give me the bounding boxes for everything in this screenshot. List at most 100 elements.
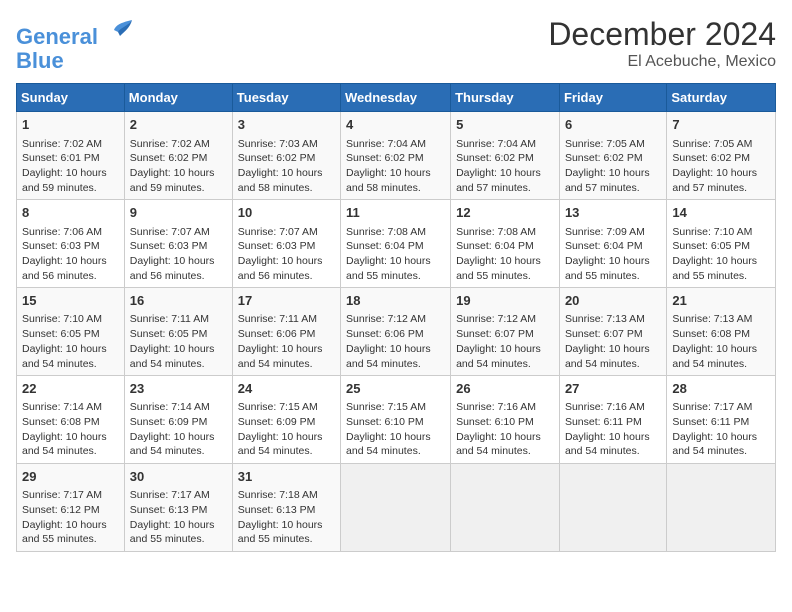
day-number: 11 xyxy=(346,204,445,222)
day-info: Sunrise: 7:16 AM Sunset: 6:11 PM Dayligh… xyxy=(565,400,661,459)
calendar-cell: 8 Sunrise: 7:06 AM Sunset: 6:03 PM Daylig… xyxy=(17,200,125,288)
day-info: Sunrise: 7:17 AM Sunset: 6:11 PM Dayligh… xyxy=(672,400,770,459)
calendar-cell: 27 Sunrise: 7:16 AM Sunset: 6:11 PM Dayli… xyxy=(559,376,666,464)
day-number: 6 xyxy=(565,116,661,134)
day-number: 7 xyxy=(672,116,770,134)
calendar-cell: 14 Sunrise: 7:10 AM Sunset: 6:05 PM Dayli… xyxy=(667,200,776,288)
header-sunday: Sunday xyxy=(17,84,125,112)
calendar-cell xyxy=(451,464,560,552)
calendar-table: SundayMondayTuesdayWednesdayThursdayFrid… xyxy=(16,83,776,552)
day-number: 29 xyxy=(22,468,119,486)
logo-bird-icon xyxy=(106,16,136,44)
calendar-cell: 20 Sunrise: 7:13 AM Sunset: 6:07 PM Dayli… xyxy=(559,288,666,376)
calendar-cell: 10 Sunrise: 7:07 AM Sunset: 6:03 PM Dayli… xyxy=(232,200,340,288)
day-info: Sunrise: 7:08 AM Sunset: 6:04 PM Dayligh… xyxy=(346,225,445,284)
calendar-cell: 9 Sunrise: 7:07 AM Sunset: 6:03 PM Daylig… xyxy=(124,200,232,288)
calendar-cell: 17 Sunrise: 7:11 AM Sunset: 6:06 PM Dayli… xyxy=(232,288,340,376)
day-info: Sunrise: 7:10 AM Sunset: 6:05 PM Dayligh… xyxy=(22,312,119,371)
day-number: 17 xyxy=(238,292,335,310)
day-info: Sunrise: 7:17 AM Sunset: 6:13 PM Dayligh… xyxy=(130,488,227,547)
day-info: Sunrise: 7:16 AM Sunset: 6:10 PM Dayligh… xyxy=(456,400,554,459)
day-info: Sunrise: 7:05 AM Sunset: 6:02 PM Dayligh… xyxy=(672,137,770,196)
title-block: December 2024 El Acebuche, Mexico xyxy=(548,16,776,71)
day-number: 15 xyxy=(22,292,119,310)
calendar-cell: 7 Sunrise: 7:05 AM Sunset: 6:02 PM Daylig… xyxy=(667,112,776,200)
day-info: Sunrise: 7:02 AM Sunset: 6:02 PM Dayligh… xyxy=(130,137,227,196)
day-info: Sunrise: 7:04 AM Sunset: 6:02 PM Dayligh… xyxy=(456,137,554,196)
day-number: 30 xyxy=(130,468,227,486)
day-info: Sunrise: 7:11 AM Sunset: 6:06 PM Dayligh… xyxy=(238,312,335,371)
logo: General Blue xyxy=(16,16,136,73)
day-number: 3 xyxy=(238,116,335,134)
calendar-cell: 4 Sunrise: 7:04 AM Sunset: 6:02 PM Daylig… xyxy=(341,112,451,200)
calendar-week-3: 15 Sunrise: 7:10 AM Sunset: 6:05 PM Dayli… xyxy=(17,288,776,376)
day-info: Sunrise: 7:15 AM Sunset: 6:10 PM Dayligh… xyxy=(346,400,445,459)
day-info: Sunrise: 7:05 AM Sunset: 6:02 PM Dayligh… xyxy=(565,137,661,196)
header-saturday: Saturday xyxy=(667,84,776,112)
calendar-cell: 25 Sunrise: 7:15 AM Sunset: 6:10 PM Dayli… xyxy=(341,376,451,464)
calendar-cell: 15 Sunrise: 7:10 AM Sunset: 6:05 PM Dayli… xyxy=(17,288,125,376)
day-info: Sunrise: 7:03 AM Sunset: 6:02 PM Dayligh… xyxy=(238,137,335,196)
header-friday: Friday xyxy=(559,84,666,112)
logo-text: General xyxy=(16,16,136,49)
day-info: Sunrise: 7:04 AM Sunset: 6:02 PM Dayligh… xyxy=(346,137,445,196)
day-number: 25 xyxy=(346,380,445,398)
calendar-cell: 5Sunrise: 7:04 AM Sunset: 6:02 PM Daylig… xyxy=(451,112,560,200)
day-info: Sunrise: 7:14 AM Sunset: 6:09 PM Dayligh… xyxy=(130,400,227,459)
day-number: 31 xyxy=(238,468,335,486)
calendar-cell: 16Sunrise: 7:11 AM Sunset: 6:05 PM Dayli… xyxy=(124,288,232,376)
calendar-cell: 28 Sunrise: 7:17 AM Sunset: 6:11 PM Dayli… xyxy=(667,376,776,464)
day-info: Sunrise: 7:07 AM Sunset: 6:03 PM Dayligh… xyxy=(130,225,227,284)
day-number: 12 xyxy=(456,204,554,222)
day-info: Sunrise: 7:14 AM Sunset: 6:08 PM Dayligh… xyxy=(22,400,119,459)
day-number: 22 xyxy=(22,380,119,398)
day-info: Sunrise: 7:12 AM Sunset: 6:06 PM Dayligh… xyxy=(346,312,445,371)
day-info: Sunrise: 7:15 AM Sunset: 6:09 PM Dayligh… xyxy=(238,400,335,459)
day-number: 19 xyxy=(456,292,554,310)
calendar-header-row: SundayMondayTuesdayWednesdayThursdayFrid… xyxy=(17,84,776,112)
day-number: 9 xyxy=(130,204,227,222)
day-info: Sunrise: 7:18 AM Sunset: 6:13 PM Dayligh… xyxy=(238,488,335,547)
calendar-cell: 22 Sunrise: 7:14 AM Sunset: 6:08 PM Dayli… xyxy=(17,376,125,464)
calendar-week-1: 1Sunrise: 7:02 AM Sunset: 6:01 PM Daylig… xyxy=(17,112,776,200)
day-number: 14 xyxy=(672,204,770,222)
calendar-cell xyxy=(667,464,776,552)
day-number: 20 xyxy=(565,292,661,310)
day-info: Sunrise: 7:10 AM Sunset: 6:05 PM Dayligh… xyxy=(672,225,770,284)
day-info: Sunrise: 7:07 AM Sunset: 6:03 PM Dayligh… xyxy=(238,225,335,284)
calendar-cell: 26Sunrise: 7:16 AM Sunset: 6:10 PM Dayli… xyxy=(451,376,560,464)
day-number: 28 xyxy=(672,380,770,398)
day-number: 4 xyxy=(346,116,445,134)
day-number: 8 xyxy=(22,204,119,222)
day-number: 27 xyxy=(565,380,661,398)
calendar-week-5: 29 Sunrise: 7:17 AM Sunset: 6:12 PM Dayli… xyxy=(17,464,776,552)
day-info: Sunrise: 7:06 AM Sunset: 6:03 PM Dayligh… xyxy=(22,225,119,284)
month-title: December 2024 xyxy=(548,16,776,53)
day-number: 13 xyxy=(565,204,661,222)
calendar-week-4: 22 Sunrise: 7:14 AM Sunset: 6:08 PM Dayli… xyxy=(17,376,776,464)
day-info: Sunrise: 7:13 AM Sunset: 6:07 PM Dayligh… xyxy=(565,312,661,371)
day-number: 10 xyxy=(238,204,335,222)
calendar-cell xyxy=(559,464,666,552)
calendar-cell: 23Sunrise: 7:14 AM Sunset: 6:09 PM Dayli… xyxy=(124,376,232,464)
calendar-cell: 1Sunrise: 7:02 AM Sunset: 6:01 PM Daylig… xyxy=(17,112,125,200)
calendar-cell: 19Sunrise: 7:12 AM Sunset: 6:07 PM Dayli… xyxy=(451,288,560,376)
calendar-cell: 21Sunrise: 7:13 AM Sunset: 6:08 PM Dayli… xyxy=(667,288,776,376)
calendar-cell: 3 Sunrise: 7:03 AM Sunset: 6:02 PM Daylig… xyxy=(232,112,340,200)
header-monday: Monday xyxy=(124,84,232,112)
header-thursday: Thursday xyxy=(451,84,560,112)
day-info: Sunrise: 7:17 AM Sunset: 6:12 PM Dayligh… xyxy=(22,488,119,547)
calendar-cell xyxy=(341,464,451,552)
page-header: General Blue December 2024 El Acebuche, … xyxy=(16,16,776,73)
day-info: Sunrise: 7:11 AM Sunset: 6:05 PM Dayligh… xyxy=(130,312,227,371)
day-number: 24 xyxy=(238,380,335,398)
day-info: Sunrise: 7:02 AM Sunset: 6:01 PM Dayligh… xyxy=(22,137,119,196)
calendar-cell: 2Sunrise: 7:02 AM Sunset: 6:02 PM Daylig… xyxy=(124,112,232,200)
calendar-cell: 31 Sunrise: 7:18 AM Sunset: 6:13 PM Dayli… xyxy=(232,464,340,552)
calendar-week-2: 8 Sunrise: 7:06 AM Sunset: 6:03 PM Daylig… xyxy=(17,200,776,288)
day-info: Sunrise: 7:09 AM Sunset: 6:04 PM Dayligh… xyxy=(565,225,661,284)
calendar-cell: 6 Sunrise: 7:05 AM Sunset: 6:02 PM Daylig… xyxy=(559,112,666,200)
calendar-cell: 29 Sunrise: 7:17 AM Sunset: 6:12 PM Dayli… xyxy=(17,464,125,552)
header-wednesday: Wednesday xyxy=(341,84,451,112)
location: El Acebuche, Mexico xyxy=(548,53,776,71)
